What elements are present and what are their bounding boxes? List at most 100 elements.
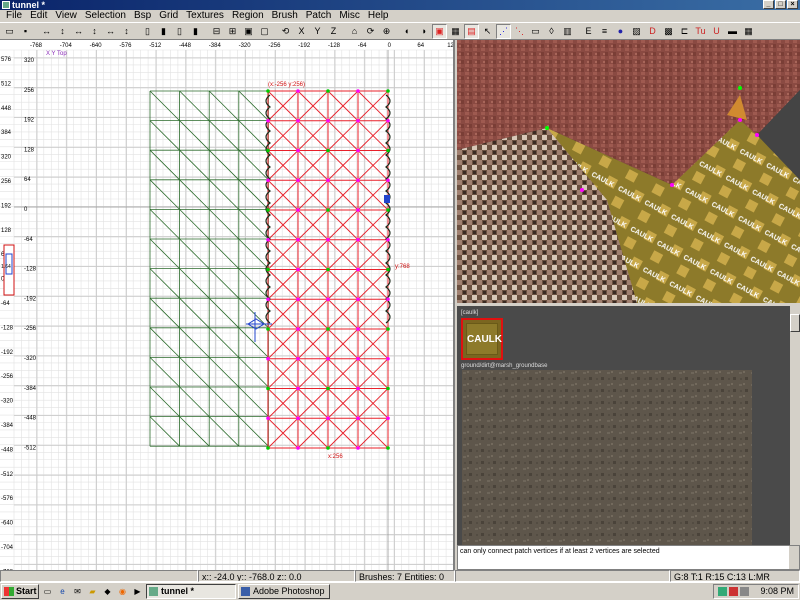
- menu-help[interactable]: Help: [364, 10, 393, 22]
- menu-brush[interactable]: Brush: [268, 10, 302, 22]
- view-z-icon[interactable]: Z: [326, 23, 341, 39]
- delete-icon[interactable]: ▬: [725, 23, 740, 39]
- u-icon[interactable]: U: [709, 23, 724, 39]
- cap-icon[interactable]: D: [645, 23, 660, 39]
- caulk-texture-tile[interactable]: CAULK: [461, 318, 503, 360]
- thicken-icon[interactable]: ▨: [629, 23, 644, 39]
- texture-rotate-icon[interactable]: ⟳: [363, 23, 378, 39]
- hollow-icon[interactable]: ▣: [241, 23, 256, 39]
- scale-lock-icon[interactable]: ⊕: [379, 23, 394, 39]
- csg-merge-icon[interactable]: ⊞: [225, 23, 240, 39]
- menu-grid[interactable]: Grid: [155, 10, 182, 22]
- tray-volume-icon[interactable]: [740, 587, 749, 596]
- close-button[interactable]: ×: [787, 0, 798, 9]
- camera-view[interactable]: CAULK: [457, 40, 800, 303]
- entity-list-icon[interactable]: E: [581, 23, 596, 39]
- show-caulk-icon[interactable]: ▥: [560, 23, 575, 39]
- texture-browser-icon[interactable]: ▦: [741, 23, 756, 39]
- patch-inspector-icon[interactable]: ▩: [661, 23, 676, 39]
- camera-render[interactable]: CAULK: [457, 40, 800, 303]
- save-icon[interactable]: ▪: [18, 23, 33, 39]
- drag-vertices-icon[interactable]: ⋰: [496, 23, 511, 39]
- selection-label-right: y:768: [395, 264, 410, 270]
- brush-icon[interactable]: ◑: [416, 23, 431, 39]
- texture-scroll-thumb[interactable]: [790, 314, 800, 332]
- maximize-button[interactable]: □: [775, 0, 786, 9]
- patch-vertex: [266, 118, 270, 123]
- patch-vertex-icon[interactable]: ▤: [464, 23, 479, 39]
- clipper-icon[interactable]: ▢: [257, 23, 272, 39]
- start-button[interactable]: Start: [1, 584, 39, 599]
- cubic-clip-icon[interactable]: ▭: [528, 23, 543, 39]
- patch-vertex: [266, 327, 270, 331]
- patch-vertex: [326, 356, 330, 361]
- menu-edit[interactable]: Edit: [26, 10, 51, 22]
- quicklaunch-browser-icon[interactable]: ◉: [116, 585, 129, 598]
- select-inside-icon[interactable]: ▮: [188, 23, 203, 39]
- x-flip-icon[interactable]: ↔: [39, 23, 54, 39]
- patch-vertex: [326, 208, 330, 212]
- redisperse-icon[interactable]: ≡: [597, 23, 612, 39]
- app-icon: [2, 1, 10, 9]
- menu-bsp[interactable]: Bsp: [130, 10, 155, 22]
- menu-textures[interactable]: Textures: [182, 10, 228, 22]
- quicklaunch-app-icon[interactable]: ◆: [101, 585, 114, 598]
- grid-label: -128: [24, 267, 37, 273]
- select-partial-icon[interactable]: ▯: [172, 23, 187, 39]
- menu-patch[interactable]: Patch: [302, 10, 336, 22]
- quicklaunch-explorer-icon[interactable]: e: [56, 585, 69, 598]
- patch-vertex: [296, 356, 300, 361]
- bend-icon[interactable]: ●: [613, 23, 628, 39]
- left-ruler-tick: 256: [1, 179, 12, 185]
- view-x-icon[interactable]: X: [294, 23, 309, 39]
- texture-browser[interactable]: [caulk] CAULK ground/dirt@marsh_groundba…: [457, 303, 800, 548]
- grid-icon[interactable]: ▦: [448, 23, 463, 39]
- entity-icon[interactable]: ⋱: [512, 23, 527, 39]
- tray-app-icon[interactable]: [729, 587, 738, 596]
- y-flip-icon[interactable]: ↔: [71, 23, 86, 39]
- csg-subtract-icon[interactable]: ⊟: [209, 23, 224, 39]
- camera-icon[interactable]: ◐: [400, 23, 415, 39]
- selection-label-bottom: x:256: [328, 454, 343, 460]
- minimize-button[interactable]: _: [763, 0, 774, 9]
- pointer-icon[interactable]: ↖: [480, 23, 495, 39]
- task-tunnel[interactable]: tunnel *: [146, 584, 236, 599]
- select-tall-icon[interactable]: ▯: [140, 23, 155, 39]
- patch-icon[interactable]: ▣: [432, 23, 447, 39]
- menu-file[interactable]: File: [2, 10, 26, 22]
- quicklaunch-desktop-icon[interactable]: ▭: [41, 585, 54, 598]
- quicklaunch-folder-icon[interactable]: ▰: [86, 585, 99, 598]
- texture-scrollbar[interactable]: [790, 306, 800, 545]
- patch-vertex: [296, 297, 300, 302]
- open-icon[interactable]: ▭: [2, 23, 17, 39]
- change-view-icon[interactable]: ⟲: [278, 23, 293, 39]
- select-touching-icon[interactable]: ▮: [156, 23, 171, 39]
- texture-lock-icon[interactable]: ⌂: [347, 23, 362, 39]
- tray-network-icon[interactable]: [718, 587, 727, 596]
- y-rotate-icon[interactable]: ↕: [87, 23, 102, 39]
- menu-region[interactable]: Region: [228, 10, 268, 22]
- quicklaunch-player-icon[interactable]: ▶: [131, 585, 144, 598]
- view-y-icon[interactable]: Y: [310, 23, 325, 39]
- menu-view[interactable]: View: [51, 10, 81, 22]
- x-rotate-icon[interactable]: ↕: [55, 23, 70, 39]
- xy-grid-canvas[interactable]: -768 -704 -640 -576 -512 -448 -384 -320 -256 -192…: [0, 40, 455, 570]
- task-photoshop[interactable]: Adobe Photoshop: [238, 584, 330, 599]
- tu-icon[interactable]: Tu: [693, 23, 708, 39]
- patch-vertex: [266, 446, 270, 450]
- ground-texture-tile[interactable]: [462, 370, 752, 548]
- shader-icon[interactable]: ◊: [544, 23, 559, 39]
- menu-misc[interactable]: Misc: [335, 10, 364, 22]
- z-flip-icon[interactable]: ↔: [103, 23, 118, 39]
- patch-vertex: [326, 267, 330, 272]
- console-scrollbar[interactable]: [789, 546, 799, 569]
- patch-vertex: [356, 416, 360, 421]
- quicklaunch-mail-icon[interactable]: ✉: [71, 585, 84, 598]
- menu-selection[interactable]: Selection: [81, 10, 130, 22]
- z-rotate-icon[interactable]: ↕: [119, 23, 134, 39]
- top-ruler-tick: -128: [328, 43, 341, 49]
- xy-view[interactable]: -768 -704 -640 -576 -512 -448 -384 -320 -256 -192…: [0, 40, 455, 570]
- insert-icon[interactable]: ⊏: [677, 23, 692, 39]
- patch-vertex: [326, 297, 330, 302]
- left-ruler-tick: 448: [1, 106, 12, 112]
